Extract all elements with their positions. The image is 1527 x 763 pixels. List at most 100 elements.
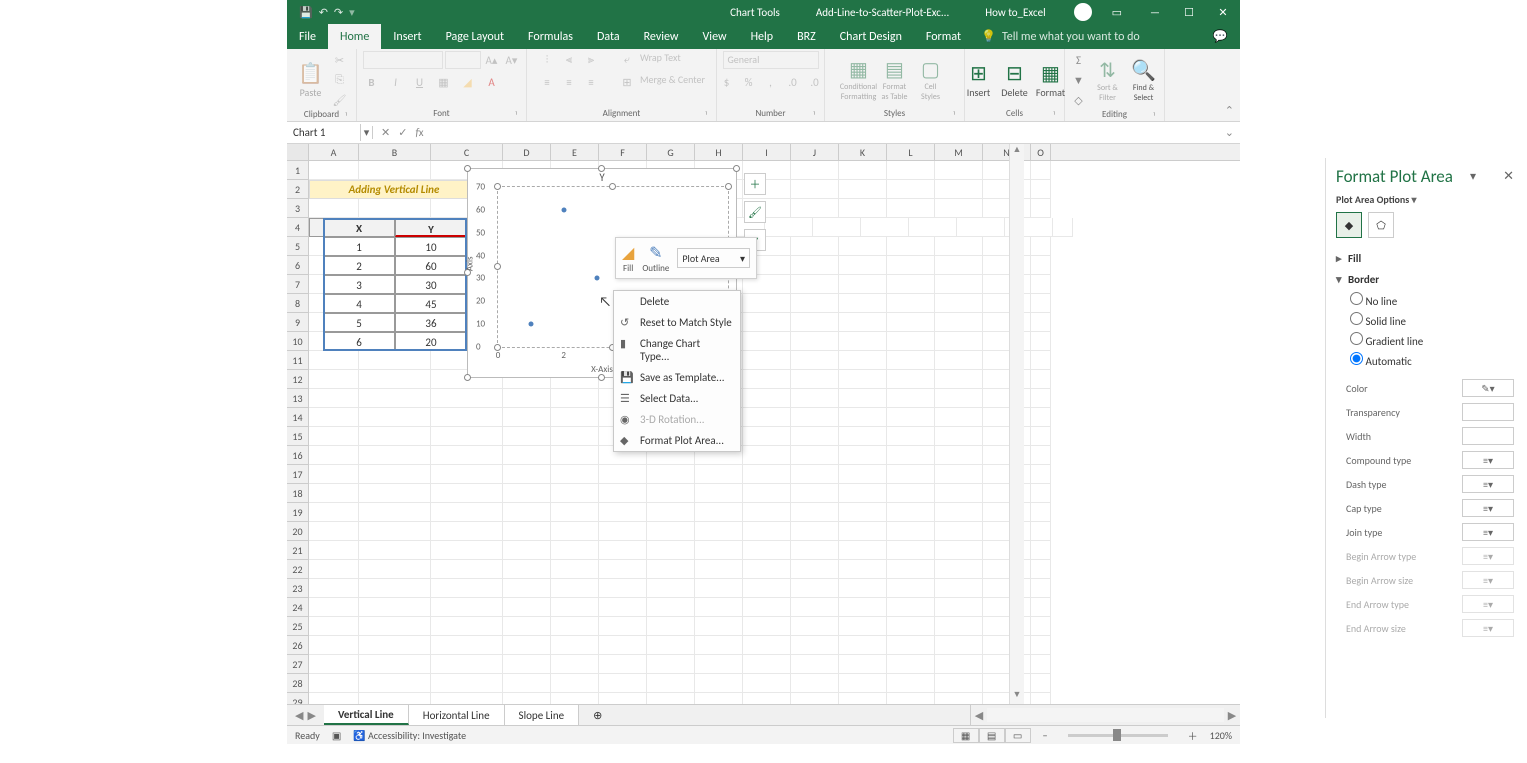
cell[interactable] [551, 636, 599, 655]
cell[interactable] [359, 446, 431, 465]
cell[interactable] [647, 693, 695, 704]
delete-cells-button[interactable]: ⊟Delete [999, 60, 1031, 100]
cell[interactable] [359, 693, 431, 704]
cell[interactable] [359, 541, 431, 560]
cell[interactable] [647, 522, 695, 541]
ctx-change-chart-type[interactable]: ▮Change Chart Type... [614, 333, 740, 367]
table-cell[interactable]: 20 [395, 332, 467, 351]
cell[interactable] [431, 579, 503, 598]
cell[interactable] [743, 674, 791, 693]
cell[interactable] [309, 617, 359, 636]
col-header-A[interactable]: A [309, 144, 359, 160]
expand-formula-bar-icon[interactable]: ⌄ [1219, 126, 1240, 139]
cell[interactable] [599, 693, 647, 704]
redo-icon[interactable]: ↷ [334, 6, 343, 19]
cell[interactable] [503, 465, 551, 484]
cell[interactable] [791, 351, 839, 370]
row-header-7[interactable]: 7 [287, 275, 309, 294]
autosum-icon[interactable]: Σ [1070, 51, 1088, 69]
cell[interactable] [935, 408, 983, 427]
cell[interactable] [1031, 465, 1051, 484]
cell[interactable] [503, 522, 551, 541]
pane-options-icon[interactable]: ▾ [1470, 169, 1476, 184]
cell[interactable] [551, 522, 599, 541]
cell[interactable] [1031, 579, 1051, 598]
select-all-corner[interactable] [287, 144, 309, 160]
cell[interactable] [431, 560, 503, 579]
cell[interactable] [359, 579, 431, 598]
ctx-save-as-template[interactable]: 💾Save as Template... [614, 367, 740, 388]
cell[interactable] [887, 389, 935, 408]
undo-icon[interactable]: ↶ [319, 6, 328, 19]
row-header-27[interactable]: 27 [287, 655, 309, 674]
page-break-view-button[interactable]: ▭ [1005, 728, 1031, 743]
cell[interactable] [791, 389, 839, 408]
row-header-6[interactable]: 6 [287, 256, 309, 275]
cell[interactable] [551, 465, 599, 484]
cell[interactable] [791, 237, 839, 256]
cell[interactable] [743, 351, 791, 370]
cell[interactable] [1031, 161, 1051, 180]
cell[interactable] [599, 636, 647, 655]
cell[interactable] [813, 218, 861, 237]
cell[interactable] [431, 484, 503, 503]
table-cell[interactable]: 6 [323, 332, 395, 351]
cell[interactable] [887, 256, 935, 275]
cell[interactable] [359, 522, 431, 541]
cell[interactable] [359, 636, 431, 655]
cell[interactable] [503, 427, 551, 446]
cell[interactable] [599, 484, 647, 503]
prop-transparency[interactable]: Transparency [1346, 400, 1514, 424]
table-cell[interactable]: 4 [323, 294, 395, 313]
cell[interactable] [647, 465, 695, 484]
row-header-19[interactable]: 19 [287, 503, 309, 522]
cell[interactable] [935, 256, 983, 275]
tell-me-search[interactable]: 💡 Tell me what you want to do [981, 24, 1200, 49]
cell[interactable] [887, 522, 935, 541]
row-header-21[interactable]: 21 [287, 541, 309, 560]
cell[interactable] [887, 370, 935, 389]
menu-tab-insert[interactable]: Insert [381, 24, 433, 49]
cell[interactable] [359, 161, 431, 180]
cell[interactable] [503, 579, 551, 598]
cell[interactable] [647, 636, 695, 655]
row-header-4[interactable]: 4 [287, 218, 309, 237]
menu-tab-chart-design[interactable]: Chart Design [828, 24, 914, 49]
cell[interactable] [695, 579, 743, 598]
prop-dash-type[interactable]: Dash type≡▾ [1346, 472, 1514, 496]
border-option-solid-line[interactable]: Solid line [1346, 310, 1514, 330]
cell[interactable] [647, 655, 695, 674]
cell[interactable] [791, 427, 839, 446]
cell[interactable] [309, 636, 359, 655]
row-header-18[interactable]: 18 [287, 484, 309, 503]
data-point[interactable] [561, 207, 566, 212]
cell[interactable] [599, 598, 647, 617]
vertical-scrollbar[interactable]: ▲▼ [1009, 144, 1024, 704]
cell[interactable] [359, 427, 431, 446]
cell[interactable] [743, 370, 791, 389]
cell[interactable] [599, 655, 647, 674]
name-box-dropdown[interactable]: ▾ [361, 126, 373, 139]
cell[interactable] [1031, 275, 1051, 294]
cell[interactable] [1031, 370, 1051, 389]
cell[interactable] [359, 351, 431, 370]
cell[interactable] [551, 617, 599, 636]
cell[interactable] [887, 465, 935, 484]
cell[interactable] [935, 446, 983, 465]
cell[interactable] [359, 674, 431, 693]
cell[interactable] [743, 560, 791, 579]
formula-bar[interactable] [432, 131, 1219, 135]
cell[interactable] [887, 617, 935, 636]
cell[interactable] [791, 503, 839, 522]
cell[interactable] [839, 180, 887, 199]
cell[interactable] [887, 655, 935, 674]
cell[interactable] [503, 674, 551, 693]
cell[interactable] [935, 161, 983, 180]
cell[interactable] [1031, 408, 1051, 427]
cell[interactable] [743, 503, 791, 522]
row-header-23[interactable]: 23 [287, 579, 309, 598]
col-header-B[interactable]: B [359, 144, 431, 160]
row-header-12[interactable]: 12 [287, 370, 309, 389]
table-cell[interactable]: 3 [323, 275, 395, 294]
cell[interactable] [839, 446, 887, 465]
